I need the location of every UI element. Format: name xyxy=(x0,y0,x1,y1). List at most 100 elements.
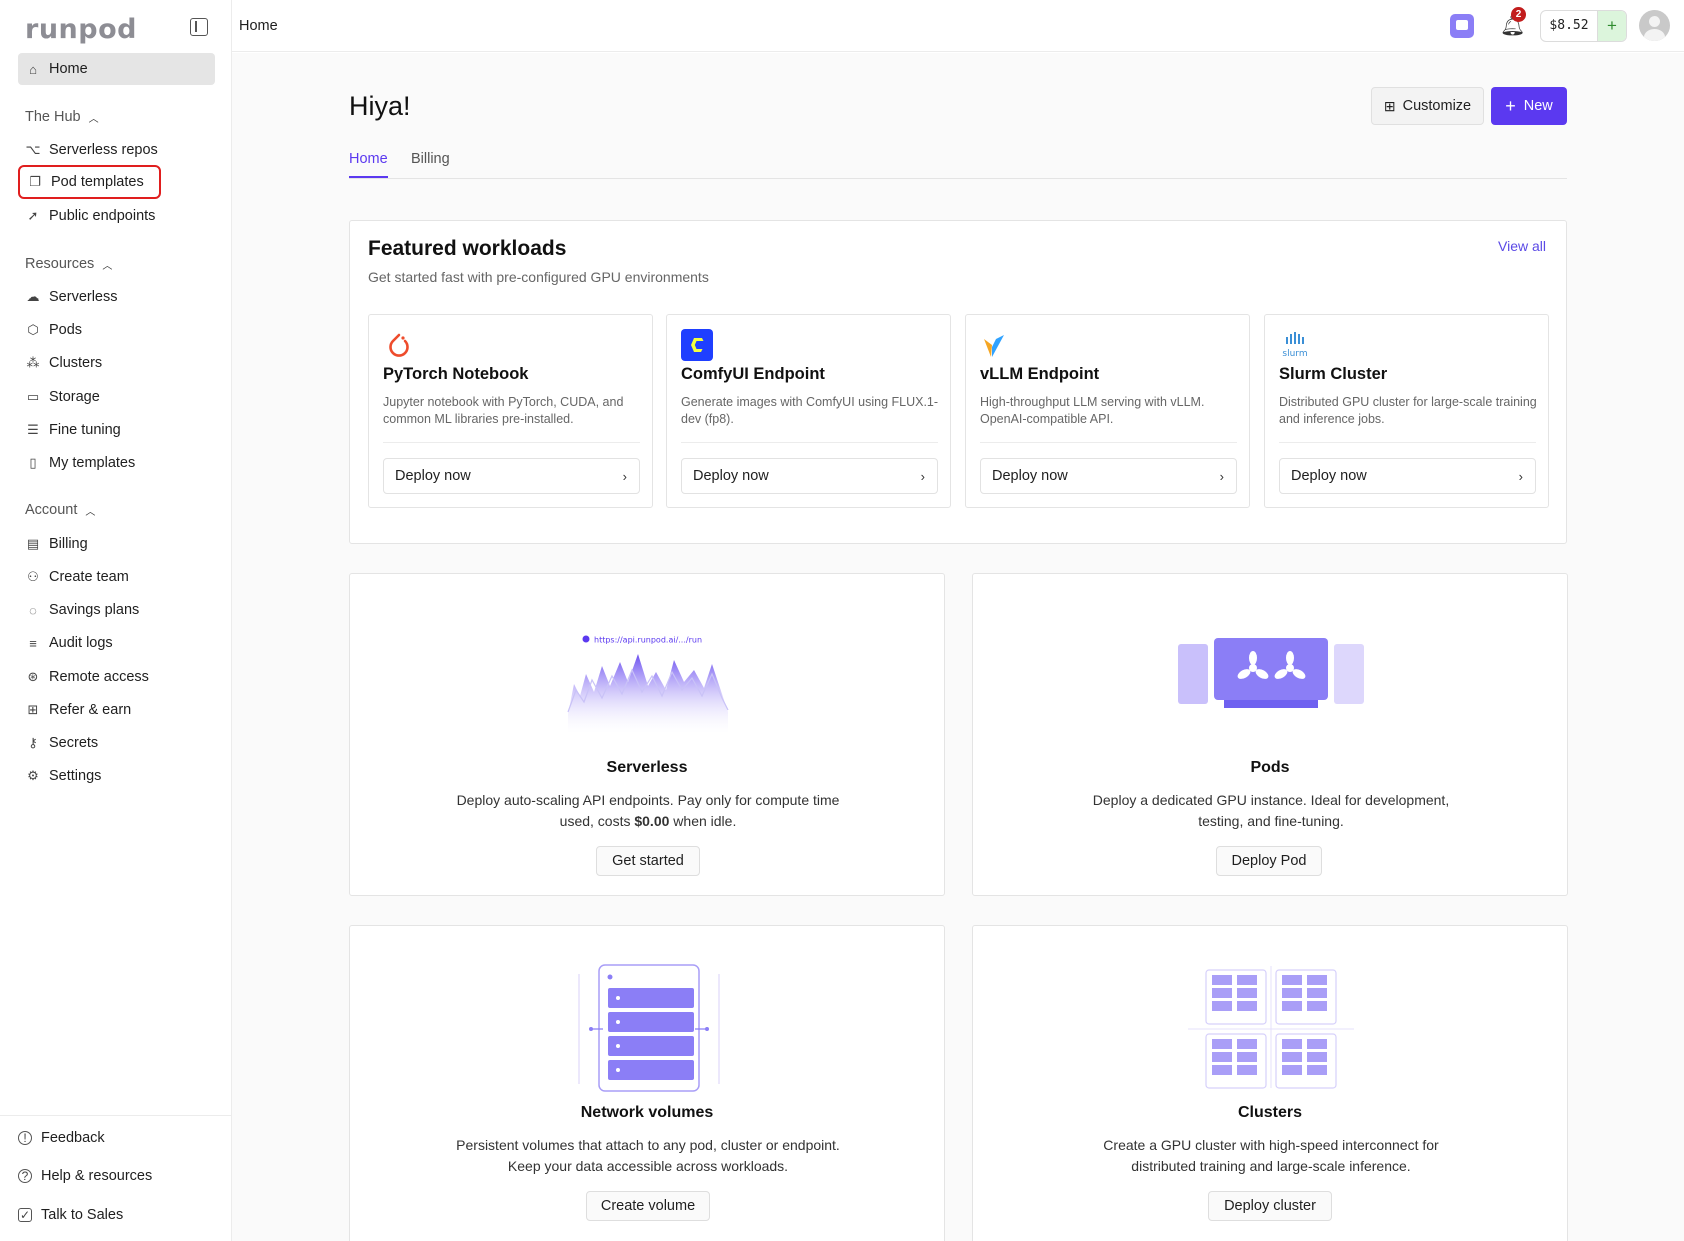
chevron-up-icon: ︿ xyxy=(88,113,99,125)
avatar[interactable] xyxy=(1639,10,1670,41)
balance-amount: $8.52 xyxy=(1549,18,1589,33)
layout-grid-icon: ⊞ xyxy=(1383,97,1396,114)
sidebar-item-label: Pods xyxy=(49,322,83,338)
sidebar-item-label: Public endpoints xyxy=(49,208,156,224)
repo-icon: ⌥ xyxy=(25,142,41,157)
sidebar-item-label: Refer & earn xyxy=(49,702,132,718)
help-icon: ? xyxy=(18,1169,32,1183)
rocket-icon: ➚ xyxy=(27,208,39,223)
sidebar-item-remote-access[interactable]: ⊛ Remote access xyxy=(18,661,215,693)
breadcrumb[interactable]: Home xyxy=(239,18,278,34)
sidebar-item-serverless-repos[interactable]: ⌥ Serverless repos xyxy=(18,134,215,166)
chevron-right-icon: › xyxy=(1219,468,1224,484)
new-button[interactable]: + New xyxy=(1491,87,1567,125)
get-started-button[interactable]: Get started xyxy=(596,846,700,876)
sidebar-item-create-team[interactable]: ⚇ Create team xyxy=(18,561,215,593)
footer-label: Talk to Sales xyxy=(41,1207,124,1223)
workload-card-comfyui[interactable]: ComfyUI Endpoint Generate images with Co… xyxy=(666,314,951,508)
templates-icon: ❐ xyxy=(29,174,41,189)
featured-title: Featured workloads xyxy=(368,237,567,260)
button-label: Deploy now xyxy=(1291,468,1367,484)
sidebar-item-label: Home xyxy=(49,61,88,77)
product-description: Persistent volumes that attach to any po… xyxy=(456,1137,840,1174)
sidebar-item-label: Create team xyxy=(49,569,129,585)
sidebar-item-savings-plans[interactable]: ◌ Savings plans xyxy=(18,594,215,626)
featured-subtitle: Get started fast with pre-configured GPU… xyxy=(368,269,709,285)
notification-badge: 2 xyxy=(1511,7,1526,22)
sidebar-item-pods[interactable]: ⬡ Pods xyxy=(18,314,215,346)
cloud-icon: ☁ xyxy=(26,289,40,304)
sidebar-item-serverless[interactable]: ☁ Serverless xyxy=(18,281,215,313)
sidebar-item-label: My templates xyxy=(49,455,136,471)
sidebar-item-label: Savings plans xyxy=(49,602,140,618)
svg-text:slurm: slurm xyxy=(1282,349,1307,359)
main-content: Hiya! ⊞ Customize + New Home Billing Fea… xyxy=(232,53,1684,1241)
assistant-bot-icon[interactable] xyxy=(1450,14,1474,38)
sidebar-item-storage[interactable]: ▭ Storage xyxy=(18,381,215,413)
svg-text:https://api.runpod.ai/.../run: https://api.runpod.ai/.../run xyxy=(594,636,702,645)
product-title: Network volumes xyxy=(580,1104,714,1121)
product-title: Pods xyxy=(1250,759,1290,776)
deploy-now-button[interactable]: Deploy now › xyxy=(980,458,1237,494)
sidebar-item-audit-logs[interactable]: ≡ Audit logs xyxy=(18,627,215,659)
balance-widget[interactable]: $8.52 + xyxy=(1540,10,1627,42)
workload-card-vllm[interactable]: vLLM Endpoint High-throughput LLM servin… xyxy=(965,314,1250,508)
deploy-pod-button[interactable]: Deploy Pod xyxy=(1216,846,1322,876)
storage-icon: ▭ xyxy=(26,389,40,404)
workload-card-slurm[interactable]: slurm Slurm Cluster Distributed GPU clus… xyxy=(1264,314,1549,508)
tab-billing[interactable]: Billing xyxy=(411,151,450,167)
chevron-up-icon: ︿ xyxy=(102,260,113,272)
lifebuoy-icon: ⊛ xyxy=(27,669,39,684)
sidebar-item-fine-tuning[interactable]: ☰ Fine tuning xyxy=(18,414,215,446)
tab-bar: Home Billing xyxy=(349,143,1567,179)
deploy-now-button[interactable]: Deploy now › xyxy=(383,458,640,494)
sidebar-item-label: Audit logs xyxy=(49,635,113,651)
talk-to-sales-link[interactable]: ✓ Talk to Sales xyxy=(18,1207,123,1223)
deploy-cluster-button[interactable]: Deploy cluster xyxy=(1208,1191,1332,1221)
runpod-logo[interactable]: runpod xyxy=(25,14,137,45)
customize-button[interactable]: ⊞ Customize xyxy=(1371,87,1484,125)
sidebar-item-billing[interactable]: ▤ Billing xyxy=(18,528,215,560)
gift-icon: ⊞ xyxy=(27,702,39,717)
vllm-logo-icon xyxy=(980,329,1012,361)
sidebar-footer xyxy=(0,1115,232,1116)
sidebar-item-settings[interactable]: ⚙ Settings xyxy=(18,760,215,792)
product-description: Deploy a dedicated GPU instance. Ideal f… xyxy=(1092,792,1450,829)
product-description: Deploy auto-scaling API endpoints. Pay o… xyxy=(448,790,848,832)
sidebar-item-pod-templates[interactable]: ❐ Pod templates xyxy=(18,165,161,199)
sidebar-item-refer-earn[interactable]: ⊞ Refer & earn xyxy=(18,694,215,726)
workload-card-pytorch[interactable]: PyTorch Notebook Jupyter notebook with P… xyxy=(368,314,653,508)
feedback-icon: ! xyxy=(18,1131,32,1145)
collapse-sidebar-icon[interactable] xyxy=(190,18,208,36)
sidebar-item-public-endpoints[interactable]: ➚ Public endpoints xyxy=(18,200,215,232)
featured-workloads-panel: Featured workloads Get started fast with… xyxy=(349,220,1567,544)
section-title: Resources xyxy=(25,256,95,272)
tab-home[interactable]: Home xyxy=(349,151,388,167)
sidebar-item-label: Clusters xyxy=(49,355,103,371)
section-resources[interactable]: Resources ︿ xyxy=(25,256,112,272)
document-icon: ▯ xyxy=(29,455,37,470)
view-all-link[interactable]: View all xyxy=(1498,238,1546,254)
sidebar-item-label: Storage xyxy=(49,389,100,405)
product-title: Clusters xyxy=(1237,1104,1303,1121)
deploy-now-button[interactable]: Deploy now › xyxy=(1279,458,1536,494)
workload-name: PyTorch Notebook xyxy=(383,365,529,383)
description-price: $0.00 xyxy=(634,813,670,829)
sidebar-item-secrets[interactable]: ⚷ Secrets xyxy=(18,727,215,759)
sidebar-item-clusters[interactable]: ⁂ Clusters xyxy=(18,347,215,379)
help-resources-link[interactable]: ? Help & resources xyxy=(18,1168,152,1184)
sidebar-item-home[interactable]: ⌂ Home xyxy=(18,53,215,85)
plus-icon: + xyxy=(1505,95,1516,116)
workload-description: Jupyter notebook with PyTorch, CUDA, and… xyxy=(383,395,624,426)
clusters-icon: ⁂ xyxy=(26,355,40,370)
section-account[interactable]: Account ︿ xyxy=(25,502,95,518)
create-volume-button[interactable]: Create volume xyxy=(586,1191,710,1221)
sidebar-item-label: Settings xyxy=(49,768,102,784)
add-funds-button[interactable]: + xyxy=(1597,11,1626,41)
feedback-link[interactable]: ! Feedback xyxy=(18,1130,105,1146)
sidebar-item-my-templates[interactable]: ▯ My templates xyxy=(18,447,215,479)
footer-label: Help & resources xyxy=(41,1168,153,1184)
section-hub[interactable]: The Hub ︿ xyxy=(25,109,99,125)
deploy-now-button[interactable]: Deploy now › xyxy=(681,458,938,494)
topbar: Home 🔔︎ 2 $8.52 + xyxy=(232,0,1684,52)
